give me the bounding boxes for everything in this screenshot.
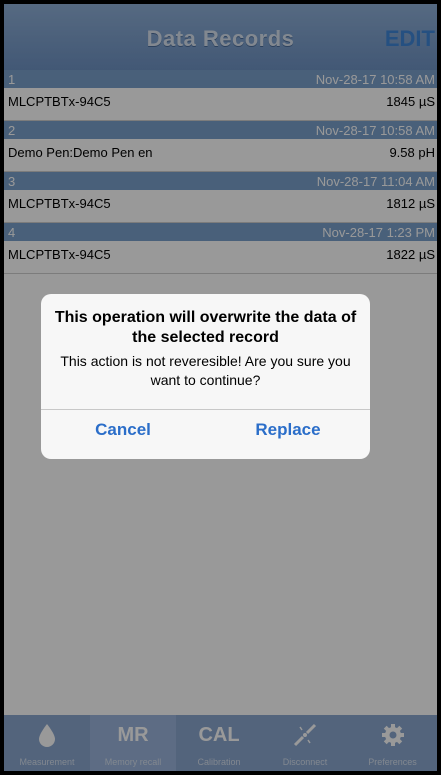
dialog-message: This action is not reveresible! Are you … — [60, 353, 351, 388]
dialog-title: This operation will overwrite the data o… — [54, 309, 357, 346]
cancel-button[interactable]: Cancel — [41, 420, 205, 440]
dialog-divider — [41, 409, 370, 410]
confirm-dialog: This operation will overwrite the data o… — [41, 294, 370, 459]
app-frame: Data Records EDIT 1 Nov-28-17 10:58 AM M… — [4, 4, 437, 771]
replace-button[interactable]: Replace — [206, 420, 370, 440]
